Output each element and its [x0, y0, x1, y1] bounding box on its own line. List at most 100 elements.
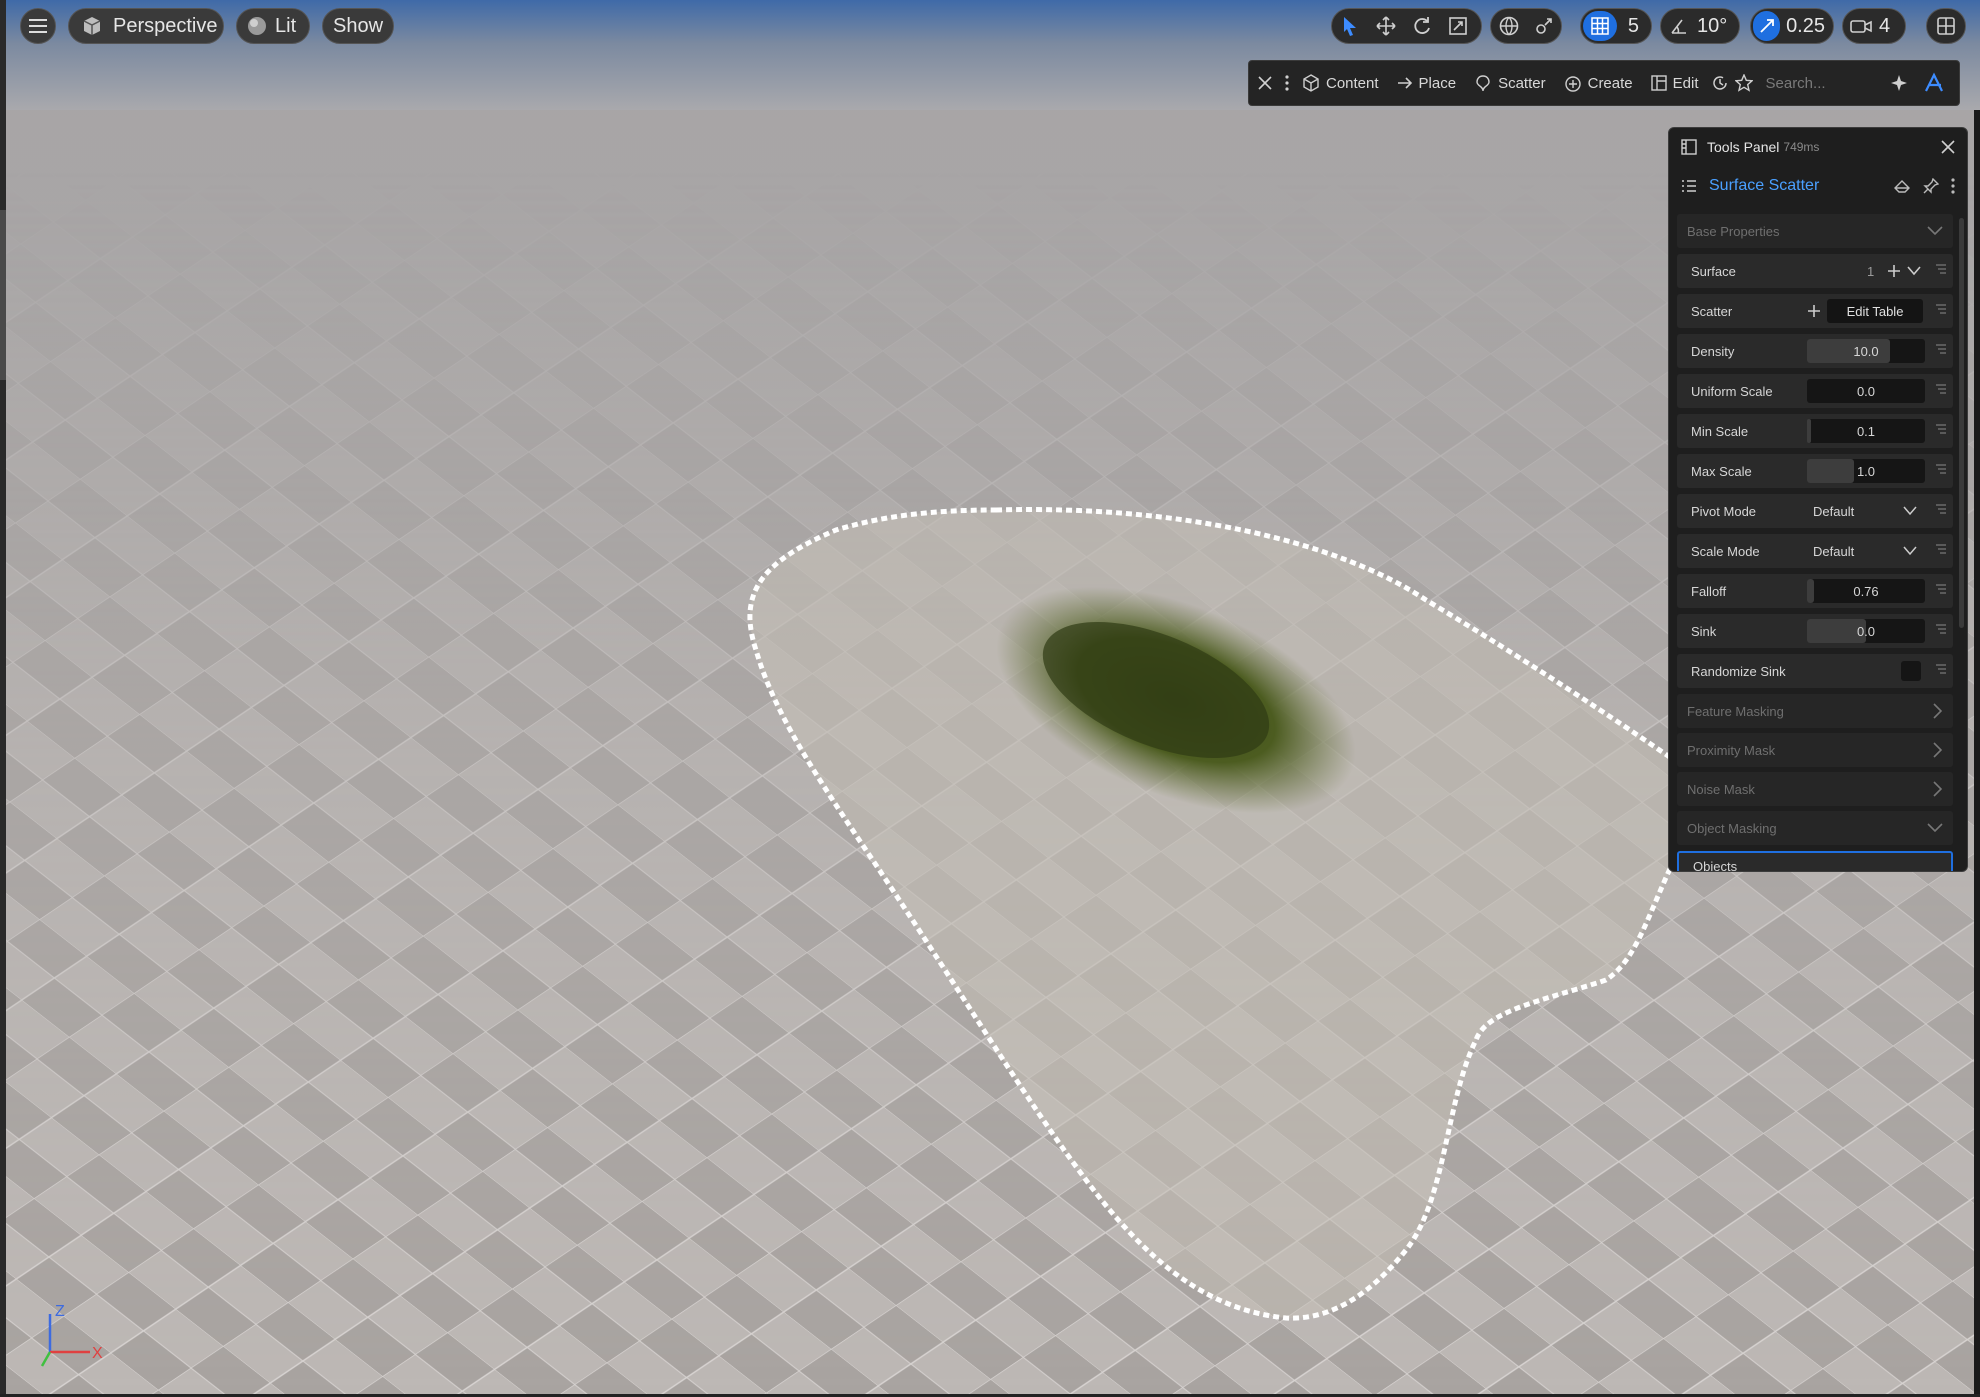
- chevron-right-icon: [1933, 781, 1943, 797]
- rotate-tool-button[interactable]: [1404, 8, 1440, 44]
- mode-edit[interactable]: Edit: [1642, 60, 1708, 106]
- row-options-icon[interactable]: [1935, 343, 1947, 355]
- randomize-sink-checkbox[interactable]: [1901, 661, 1921, 681]
- edit-table-button[interactable]: Edit Table: [1827, 299, 1923, 323]
- chevron-down-icon[interactable]: [1907, 266, 1921, 276]
- mode-scatter[interactable]: Scatter: [1465, 60, 1555, 106]
- scale-mode-dropdown[interactable]: Default: [1807, 539, 1925, 563]
- property-list: Base Properties Surface 1 Scatter Edit T…: [1677, 214, 1953, 871]
- scale-icon: [1449, 17, 1467, 35]
- row-pivot-mode: Pivot Mode Default: [1677, 494, 1953, 528]
- eraser-icon[interactable]: [1893, 178, 1911, 194]
- close-icon: [1258, 76, 1272, 90]
- chevron-down-icon: [1927, 226, 1943, 236]
- plus-icon[interactable]: [1807, 304, 1821, 318]
- select-tool-button[interactable]: [1332, 8, 1368, 44]
- show-button[interactable]: Show: [322, 8, 394, 44]
- section-base-properties[interactable]: Base Properties: [1677, 214, 1953, 248]
- section-object-masking[interactable]: Object Masking: [1677, 811, 1953, 845]
- row-options-icon[interactable]: [1935, 663, 1947, 675]
- history-button[interactable]: [1708, 60, 1732, 106]
- world-space-button[interactable]: [1491, 8, 1526, 44]
- uniform-scale-slider[interactable]: 0.0: [1807, 379, 1925, 403]
- camera-speed-group[interactable]: 4: [1842, 8, 1906, 44]
- tools-panel-time: 749ms: [1783, 140, 1820, 154]
- min-scale-slider[interactable]: 0.1: [1807, 419, 1925, 443]
- rotate-icon: [1414, 17, 1430, 34]
- camera-icon: [1850, 20, 1872, 33]
- row-options-icon[interactable]: [1935, 383, 1947, 395]
- axis-z-label: Z: [55, 1303, 65, 1320]
- sphere-icon: [248, 17, 266, 35]
- surface-snap-button[interactable]: [1526, 8, 1561, 44]
- max-scale-slider[interactable]: 1.0: [1807, 459, 1925, 483]
- panel-scrollbar[interactable]: [1959, 218, 1964, 628]
- close-mode-button[interactable]: [1249, 60, 1281, 106]
- modeling-tools-icon[interactable]: [1923, 72, 1945, 94]
- viewport-layout-button[interactable]: [1926, 8, 1966, 44]
- history-icon: [1712, 76, 1727, 90]
- scale-snap-toggle[interactable]: [1753, 11, 1781, 41]
- chevron-right-icon: [1933, 703, 1943, 719]
- hamburger-icon: [29, 19, 47, 33]
- angle-snap-toggle[interactable]: [1661, 8, 1697, 44]
- row-objects[interactable]: Objects: [1677, 851, 1953, 871]
- more-vertical-icon[interactable]: [1951, 178, 1955, 194]
- scale-tool-button[interactable]: [1440, 8, 1476, 44]
- translate-tool-button[interactable]: [1368, 8, 1404, 44]
- sparkle-icon[interactable]: [1889, 73, 1909, 93]
- left-edge-handle[interactable]: [0, 210, 6, 380]
- angle-snap-value[interactable]: 10°: [1697, 15, 1735, 38]
- close-icon[interactable]: [1941, 140, 1955, 154]
- scale-snap-value[interactable]: 0.25: [1780, 15, 1833, 38]
- grid-snap-group: 5: [1580, 8, 1652, 44]
- pivot-mode-dropdown[interactable]: Default: [1807, 499, 1925, 523]
- mode-create[interactable]: Create: [1555, 60, 1642, 106]
- tools-panel-title: Tools Panel: [1707, 139, 1780, 155]
- row-options-icon[interactable]: [1935, 263, 1947, 275]
- tool-actions: [1893, 178, 1955, 194]
- row-options-icon[interactable]: [1935, 623, 1947, 635]
- scatter-label: Scatter: [1691, 303, 1733, 319]
- surface-label: Surface: [1691, 263, 1736, 279]
- density-slider[interactable]: 10.0: [1807, 339, 1925, 363]
- camera-icon-wrap: [1843, 8, 1879, 44]
- lit-button[interactable]: Lit: [236, 8, 310, 44]
- favorites-button[interactable]: [1732, 60, 1756, 106]
- row-options-icon[interactable]: [1935, 503, 1947, 515]
- plus-icon[interactable]: [1887, 264, 1901, 278]
- max-scale-fill: [1807, 459, 1855, 483]
- tool-selector[interactable]: Surface Scatter: [1669, 166, 1967, 206]
- perspective-button[interactable]: Perspective: [68, 8, 224, 44]
- row-options-icon[interactable]: [1935, 423, 1947, 435]
- row-options-icon[interactable]: [1935, 463, 1947, 475]
- falloff-slider[interactable]: 0.76: [1807, 579, 1925, 603]
- snap-icon: [1535, 18, 1552, 34]
- randomize-sink-label: Randomize Sink: [1691, 663, 1786, 679]
- section-proximity-mask[interactable]: Proximity Mask: [1677, 733, 1953, 767]
- axis-x-label: X: [92, 1345, 103, 1362]
- row-options-icon[interactable]: [1935, 303, 1947, 315]
- box-icon: [1303, 74, 1319, 92]
- density-value: 10.0: [1853, 343, 1879, 359]
- mode-search-input[interactable]: Search...: [1766, 75, 1890, 92]
- pin-icon[interactable]: [1923, 178, 1939, 194]
- surface-actions: [1887, 264, 1921, 278]
- grid-snap-toggle[interactable]: [1583, 11, 1617, 41]
- falloff-fill: [1807, 579, 1815, 603]
- star-icon: [1734, 74, 1753, 92]
- mode-right-icons: [1889, 72, 1959, 94]
- layout-icon: [1937, 17, 1955, 35]
- grid-snap-value[interactable]: 5: [1628, 15, 1651, 38]
- sink-slider[interactable]: 0.0: [1807, 619, 1925, 643]
- row-options-icon[interactable]: [1935, 583, 1947, 595]
- axis-indicator: Z X: [40, 1303, 103, 1367]
- section-noise-mask[interactable]: Noise Mask: [1677, 772, 1953, 806]
- mode-place[interactable]: Place: [1388, 60, 1466, 106]
- section-feature-masking[interactable]: Feature Masking: [1677, 694, 1953, 728]
- viewport-menu-button[interactable]: [20, 8, 56, 44]
- mode-options-button[interactable]: [1281, 60, 1293, 106]
- max-scale-label: Max Scale: [1691, 463, 1752, 479]
- mode-content[interactable]: Content: [1293, 60, 1388, 106]
- row-options-icon[interactable]: [1935, 543, 1947, 555]
